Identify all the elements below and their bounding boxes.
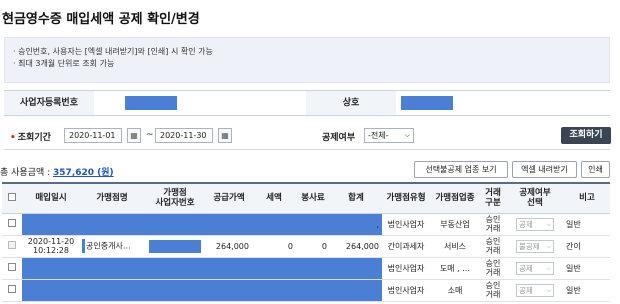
info-line-1: · 승인번호, 사용자는 [엑셀 내려받기]와 [인쇄] 시 확인 가능 [13, 47, 213, 56]
table-row[interactable]: 법인사업자 소매 승인 거래 공제 ⌵ 일반 [2, 279, 610, 302]
calendar-icon[interactable]: ▦ [127, 128, 141, 143]
row-checkbox[interactable] [2, 213, 22, 236]
transactions-table: 매입일시 가맹점명 가맹점 사업자번호 공급가액 세액 봉사료 합계 가맹점유형… [2, 182, 610, 302]
note-cell: 간이 [564, 235, 610, 258]
period-label: • 조회기간 [10, 133, 51, 143]
total-amount: 총 사용금액 : 357,620 (원) [0, 165, 114, 178]
chevron-down-icon: ⌵ [546, 242, 551, 250]
service-cell: 0 [296, 235, 330, 258]
deduction-select[interactable]: -전체- ⌵ [364, 128, 414, 143]
info-line-2: · 최대 3개월 단위로 조회 가능 [13, 59, 115, 68]
business-name-label: 상호 [306, 91, 396, 115]
page-title: 현금영수증 매입세액 공제 확인/변경 [2, 12, 200, 27]
chevron-down-icon: ⌵ [404, 131, 410, 139]
merchant-reg-redacted [149, 239, 201, 253]
col-date: 매입일시 [22, 182, 80, 214]
merchant-cell: 공인중개사… [80, 235, 144, 258]
trade-cell: 승인 거래 [480, 279, 506, 302]
redacted-cells [22, 279, 382, 302]
search-button[interactable]: 조회하기 [561, 127, 611, 144]
search-bar: • 조회기간 2020-11-01 ▦ ~ 2020-11-30 ▦ 공제여부 -… [4, 124, 611, 150]
table-row[interactable]: 법인사업자 도매 , … 승인 거래 공제 ⌵ 일반 [2, 257, 610, 280]
business-name-value-redacted [401, 96, 453, 110]
table-row[interactable]: 2020-11-20 10:12:28 공인중개사… 264,000 0 0 2… [2, 235, 610, 258]
row-checkbox[interactable] [2, 257, 22, 280]
deduct-cell: 불공제 ⌵ [506, 235, 564, 258]
trade-cell: 승인 거래 [480, 213, 506, 236]
merchant-type-cell: 법인사업자 [382, 257, 430, 280]
select-all-checkbox[interactable] [2, 182, 22, 214]
table-header-row: 매입일시 가맹점명 가맹점 사업자번호 공급가액 세액 봉사료 합계 가맹점유형… [2, 182, 610, 214]
total-cell: , [330, 213, 382, 236]
deduct-cell: 공제 ⌵ [506, 257, 564, 280]
col-deduct: 공제여부 선택 [506, 182, 564, 214]
deduction-label: 공제여부 [322, 133, 356, 143]
business-info-row: 사업자등록번호 상호 [4, 90, 610, 116]
col-merchant-reg: 가맹점 사업자번호 [144, 182, 206, 214]
col-total: 합계 [330, 182, 382, 214]
trade-cell: 승인 거래 [480, 235, 506, 258]
print-button[interactable]: 인쇄 [581, 161, 610, 178]
industry-cell: 부동산업 [430, 213, 480, 236]
col-note: 비고 [564, 182, 610, 214]
total-amount-label: 총 사용금액 : [0, 168, 51, 178]
industry-cell: 소매 [430, 279, 480, 302]
merchant-reg-cell [144, 235, 206, 258]
industry-cell: 서비스 [430, 235, 480, 258]
supply-cell: 264,000 [206, 235, 252, 258]
deduct-cell: 공제 ⌵ [506, 279, 564, 302]
calendar-icon[interactable]: ▦ [218, 128, 232, 143]
total-amount-value[interactable]: 357,620 (원) [53, 168, 114, 178]
row-checkbox [2, 235, 22, 258]
required-marker: • [10, 133, 16, 143]
col-supply: 공급가액 [206, 182, 252, 214]
info-box: · 승인번호, 사용자는 [엑셀 내려받기]와 [인쇄] 시 확인 가능 · 최… [4, 37, 610, 83]
non-deductible-industry-button[interactable]: 선택불공제 업종 보기 [414, 161, 508, 178]
table-row[interactable]: , 법인사업자 부동산업 승인 거래 공제 ⌵ 일반 [2, 213, 610, 236]
business-reg-label: 사업자등록번호 [4, 91, 94, 115]
redacted-cells [22, 257, 382, 280]
note-cell: 일반 [564, 257, 610, 280]
row-checkbox[interactable] [2, 279, 22, 302]
trade-cell: 승인 거래 [480, 257, 506, 280]
col-trade: 거래 구분 [480, 182, 506, 214]
date-from-input[interactable]: 2020-11-01 [64, 128, 122, 143]
note-cell: 일반 [564, 279, 610, 302]
chevron-down-icon: ⌵ [546, 264, 551, 272]
col-service: 봉사료 [296, 182, 330, 214]
chevron-down-icon: ⌵ [546, 220, 551, 228]
col-tax: 세액 [252, 182, 296, 214]
col-merchant-type: 가맹점유형 [382, 182, 430, 214]
excel-download-button[interactable]: 엑셀 내려받기 [512, 161, 577, 178]
date-cell: 2020-11-20 10:12:28 [22, 235, 80, 258]
merchant-redacted [82, 239, 85, 253]
industry-cell: 도매 , … [430, 257, 480, 280]
deduct-select[interactable]: 공제 ⌵ [516, 217, 554, 231]
deduct-select[interactable]: 공제 ⌵ [516, 283, 554, 297]
deduct-select[interactable]: 불공제 ⌵ [516, 239, 554, 253]
merchant-type-cell: 법인사업자 [382, 279, 430, 302]
chevron-down-icon: ⌵ [546, 286, 551, 294]
col-industry: 가맹점업종 [430, 182, 480, 214]
merchant-type-cell: 법인사업자 [382, 213, 430, 236]
deduct-select[interactable]: 공제 ⌵ [516, 261, 554, 275]
redacted-cells [22, 213, 330, 236]
merchant-type-cell: 간이과세자 [382, 235, 430, 258]
tax-cell: 0 [252, 235, 296, 258]
business-reg-value-redacted [125, 96, 177, 110]
total-cell: 264,000 [330, 235, 382, 258]
date-range-separator: ~ [146, 130, 154, 140]
note-cell: 일반 [564, 213, 610, 236]
deduct-cell: 공제 ⌵ [506, 213, 564, 236]
date-to-input[interactable]: 2020-11-30 [155, 128, 213, 143]
col-merchant: 가맹점명 [80, 182, 144, 214]
